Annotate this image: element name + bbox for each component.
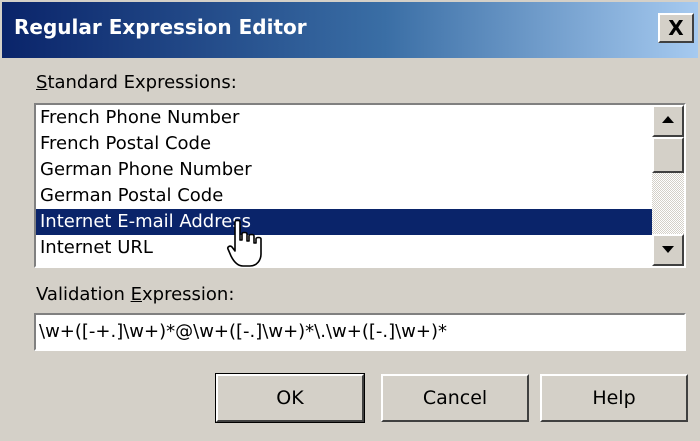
dialog-title: Regular Expression Editor — [14, 15, 307, 39]
list-item-selected[interactable]: Internet E-mail Address — [36, 209, 652, 235]
hand-pointer-icon — [227, 219, 262, 267]
help-button[interactable]: Help — [540, 374, 688, 422]
scroll-thumb[interactable] — [652, 137, 684, 173]
validation-expression-label: Validation Expression: — [36, 284, 234, 305]
scroll-down-button[interactable] — [652, 234, 684, 266]
list-item[interactable]: German Postal Code — [36, 183, 652, 209]
scroll-up-button[interactable] — [652, 105, 684, 137]
close-button[interactable]: X — [658, 13, 694, 43]
list-item[interactable]: Internet URL — [36, 235, 652, 261]
list-item[interactable]: French Phone Number — [36, 105, 652, 131]
standard-label-text: tandard Expressions: — [47, 72, 237, 93]
validation-label-prefix: Validation — [36, 284, 131, 305]
vertical-scrollbar[interactable] — [652, 105, 684, 266]
arrow-down-icon — [662, 246, 674, 253]
list-item[interactable]: French Postal Code — [36, 131, 652, 157]
standard-expressions-label: Standard Expressions: — [36, 72, 237, 93]
arrow-up-icon — [662, 116, 674, 123]
validation-access-key: E — [130, 284, 142, 305]
standard-expressions-list[interactable]: French Phone Number French Postal Code G… — [34, 103, 686, 268]
validation-label-suffix: xpression: — [141, 284, 235, 305]
validation-expression-input[interactable]: \w+([-+.]\w+)*@\w+([-.]\w+)*\.\w+([-.]\w… — [34, 313, 686, 351]
title-bar: Regular Expression Editor X — [2, 2, 698, 58]
cancel-button[interactable]: Cancel — [381, 374, 529, 422]
list-items: French Phone Number French Postal Code G… — [36, 105, 652, 266]
standard-access-key: S — [36, 72, 48, 93]
regex-editor-dialog: Regular Expression Editor X Standard Exp… — [0, 0, 700, 441]
close-icon: X — [668, 16, 684, 40]
list-item[interactable]: German Phone Number — [36, 157, 652, 183]
ok-button[interactable]: OK — [215, 373, 365, 423]
